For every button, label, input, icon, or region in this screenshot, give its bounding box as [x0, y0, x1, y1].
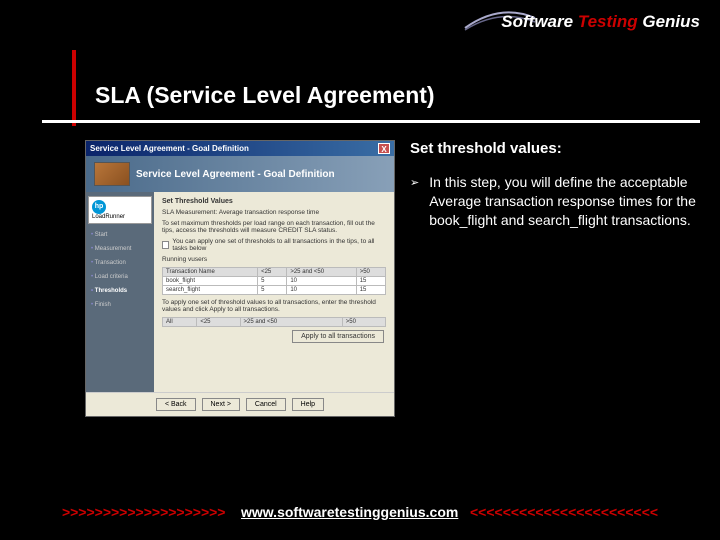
table-header-row: Transaction Name <25 >25 and <50 >50 [163, 268, 386, 277]
table-row: book_flight 5 10 15 [163, 277, 386, 286]
back-button[interactable]: < Back [156, 398, 196, 411]
measurement-label: SLA Measurement: [162, 209, 217, 216]
group-label: Running vusers [162, 256, 386, 263]
accent-vertical-rule [72, 50, 76, 126]
help-button[interactable]: Help [292, 398, 324, 411]
sidebar-step-load-criteria[interactable]: Load criteria [88, 270, 152, 284]
wizard-titlebar: Service Level Agreement - Goal Definitio… [86, 141, 394, 156]
sla-wizard-window: Service Level Agreement - Goal Definitio… [85, 140, 395, 417]
sidebar-step-thresholds[interactable]: Thresholds [88, 284, 152, 298]
apply-all-table: All <25 >25 and <50 >50 [162, 317, 386, 327]
close-icon[interactable]: X [378, 143, 390, 154]
cancel-button[interactable]: Cancel [246, 398, 286, 411]
footer: >>>>>>>>>>>>>>>>>>>> www.softwaretesting… [0, 504, 720, 520]
title-underline [42, 120, 700, 123]
wizard-sidebar: hp LoadRunner Start Measurement Transact… [86, 192, 154, 392]
sidebar-step-transaction[interactable]: Transaction [88, 256, 152, 270]
bullet-marker-icon: ➢ [410, 176, 419, 230]
wizard-banner-text: Service Level Agreement - Goal Definitio… [136, 169, 335, 180]
apply-all-checkbox[interactable] [162, 241, 169, 249]
wizard-banner: Service Level Agreement - Goal Definitio… [86, 156, 394, 192]
banner-image [94, 162, 130, 186]
wizard-main-panel: Set Threshold Values SLA Measurement: Av… [154, 192, 394, 392]
footer-arrows-right: <<<<<<<<<<<<<<<<<<<<<<< [470, 504, 658, 520]
instruction-text-1: To set maximum thresholds per load range… [162, 220, 386, 234]
footer-link[interactable]: www.softwaretestinggenius.com [241, 504, 458, 520]
footer-arrows-left: >>>>>>>>>>>>>>>>>>>> [62, 504, 226, 520]
sidebar-step-measurement[interactable]: Measurement [88, 242, 152, 256]
hp-loadrunner-logo: hp LoadRunner [88, 196, 152, 224]
wizard-title-text: Service Level Agreement - Goal Definitio… [90, 144, 249, 153]
measurement-value: Average transaction response time [219, 209, 319, 216]
instruction-text-2: To apply one set of threshold values to … [162, 299, 386, 313]
apply-to-all-button[interactable]: Apply to all transactions [292, 330, 384, 343]
description-panel: Set threshold values: ➢ In this step, yo… [410, 140, 700, 417]
brand-logo: Software Testing Genius [501, 12, 700, 32]
apply-all-checkbox-label: You can apply one set of thresholds to a… [172, 238, 386, 252]
wizard-button-row: < Back Next > Cancel Help [86, 392, 394, 416]
description-heading: Set threshold values: [410, 140, 700, 157]
section-heading: Set Threshold Values [162, 198, 386, 205]
sidebar-step-finish[interactable]: Finish [88, 298, 152, 312]
next-button[interactable]: Next > [202, 398, 240, 411]
threshold-table: Transaction Name <25 >25 and <50 >50 boo… [162, 267, 386, 295]
sidebar-step-start[interactable]: Start [88, 228, 152, 242]
table-row: search_flight 5 10 15 [163, 286, 386, 295]
description-bullet-text: In this step, you will define the accept… [429, 173, 700, 230]
slide-title: SLA (Service Level Agreement) [95, 82, 690, 117]
